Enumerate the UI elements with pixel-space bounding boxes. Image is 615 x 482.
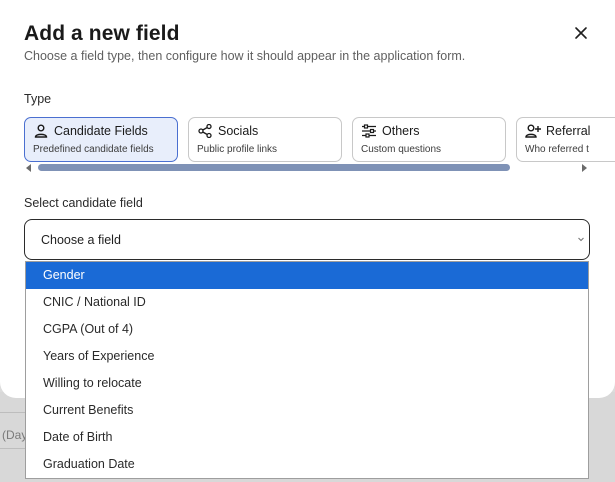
close-button[interactable] [570,22,592,44]
dropdown-option-cgpa[interactable]: CGPA (Out of 4) [26,316,588,343]
type-card-desc: Custom questions [361,144,442,155]
dialog-subtitle: Choose a field type, then configure how … [24,49,466,63]
candidate-field-select-value: Choose a field [41,233,121,247]
dropdown-option-gender[interactable]: Gender [26,262,588,289]
close-icon [575,27,587,39]
dropdown-option-graduation-date[interactable]: Graduation Date [26,451,588,478]
scroll-right-arrow-icon[interactable] [582,164,587,172]
type-card-desc: Who referred t [525,144,589,155]
share-icon [198,124,212,138]
type-card-desc: Predefined candidate fields [33,144,154,155]
type-card-socials[interactable]: Socials Public profile links [188,117,342,162]
type-label: Type [24,92,52,106]
sliders-icon [362,124,376,138]
scroll-left-arrow-icon[interactable] [26,164,31,172]
dropdown-option-willing-to-relocate[interactable]: Willing to relocate [26,370,588,397]
dialog-title: Add a new field [24,22,180,45]
person-add-icon [525,124,541,138]
candidate-field-dropdown: Gender CNIC / National ID CGPA (Out of 4… [25,261,589,479]
scrollbar-thumb[interactable] [38,164,510,171]
type-card-others[interactable]: Others Custom questions [352,117,506,162]
chevron-down-icon [578,237,584,242]
type-card-candidate-fields[interactable]: Candidate Fields Predefined candidate fi… [24,117,178,162]
background-partial-text: (Day [2,428,28,442]
type-row-scrollbar[interactable] [24,164,590,172]
type-card-name: Candidate Fields [54,124,148,138]
person-icon [34,124,48,138]
dropdown-option-date-of-birth[interactable]: Date of Birth [26,424,588,451]
dropdown-option-cnic[interactable]: CNIC / National ID [26,289,588,316]
dropdown-option-years-of-experience[interactable]: Years of Experience [26,343,588,370]
type-card-referral[interactable]: Referral Who referred t [516,117,615,162]
type-card-name: Socials [218,124,259,138]
type-card-name: Referral [546,124,591,138]
dropdown-option-current-benefits[interactable]: Current Benefits [26,397,588,424]
type-card-name: Others [382,124,420,138]
candidate-field-select[interactable]: Choose a field [24,219,590,260]
type-card-row: Candidate Fields Predefined candidate fi… [24,117,615,163]
type-card-desc: Public profile links [197,144,278,155]
select-candidate-field-label: Select candidate field [24,196,143,210]
